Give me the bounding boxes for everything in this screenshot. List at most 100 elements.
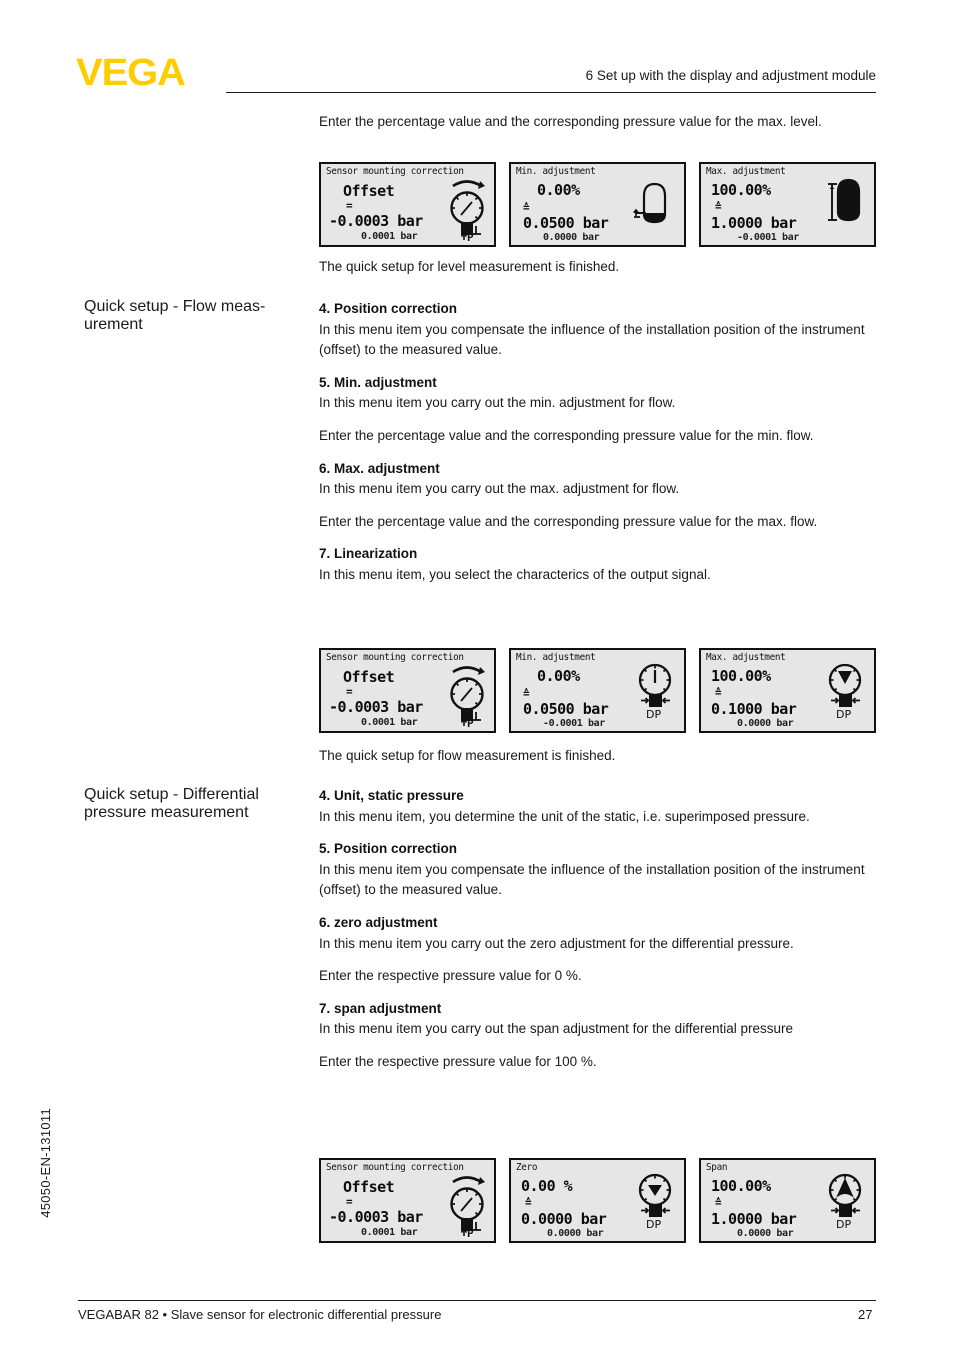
flow-finished-text: The quick setup for flow measurement is … <box>319 748 616 763</box>
lcd-title: Min. adjustment <box>516 166 596 177</box>
level-finished-text: The quick setup for level measurement is… <box>319 259 620 274</box>
lcd-offset-value: -0.0003 bar <box>329 698 423 716</box>
body-min-adjustment: In this menu item you carry out the min.… <box>319 395 676 411</box>
lcd-title: Min. adjustment <box>516 652 596 663</box>
pressure-gauge-offset-icon: P <box>441 176 493 245</box>
pressure-gauge-offset-icon: P <box>441 1172 493 1241</box>
body-position-correction: In this menu item you compensate the inf… <box>319 321 865 358</box>
heading-zero-adjustment: 6. zero adjustment <box>319 914 438 930</box>
lcd-title: Zero <box>516 1162 538 1173</box>
lcd-subvalue: 0.0000 bar <box>547 1228 604 1239</box>
lcd-percent-value: 100.00% <box>711 667 771 685</box>
intro-paragraph: Enter the percentage value and the corre… <box>319 114 822 129</box>
lcd-offset-label: Offset <box>343 1178 395 1196</box>
lcd-corresponds-symbol: ≙ <box>715 1196 722 1209</box>
svg-text:DP: DP <box>646 708 661 720</box>
svg-text:DP: DP <box>836 708 851 720</box>
body-linearization: In this menu item, you select the charac… <box>319 566 711 582</box>
lcd-screen-min-adjustment-flow: Min. adjustment 0.00% ≙ 0.0500 bar -0.00… <box>509 648 686 733</box>
svg-text:P: P <box>467 717 474 728</box>
lcd-corresponds-symbol: ≙ <box>523 687 530 700</box>
lcd-screen-span: Span 100.00% ≙ 1.0000 bar 0.0000 bar DP <box>699 1158 876 1243</box>
heading-position-correction: 4. Position correction <box>319 301 458 316</box>
lcd-equals-sign: = <box>346 1195 353 1208</box>
lcd-screen-offset-differential: Sensor mounting correction Offset = -0.0… <box>319 1158 496 1243</box>
heading-min-adjustment: 5. Min. adjustment <box>319 374 437 390</box>
dp-gauge-min-icon: DP <box>629 658 684 724</box>
footer-page-number: 27 <box>858 1307 873 1322</box>
lcd-screen-zero: Zero 0.00 % ≙ 0.0000 bar 0.0000 bar DP <box>509 1158 686 1243</box>
lcd-subvalue: 0.0000 bar <box>737 718 794 729</box>
lcd-offset-value: -0.0003 bar <box>329 212 423 230</box>
lcd-equals-sign: = <box>346 199 353 212</box>
lcd-pressure-value: 0.1000 bar <box>711 700 797 718</box>
svg-text:P: P <box>467 231 474 242</box>
footer-divider <box>78 1300 876 1301</box>
lcd-subvalue: -0.0001 bar <box>543 718 605 729</box>
flow-section-body: 4. Position correction In this menu item… <box>319 299 877 586</box>
lcd-equals-sign: = <box>346 685 353 698</box>
lcd-title: Max. adjustment <box>706 166 786 177</box>
lcd-corresponds-symbol: ≙ <box>525 1196 532 1209</box>
lcd-subvalue: 0.0000 bar <box>737 1228 794 1239</box>
lcd-screen-max-adjustment-level: Max. adjustment 100.00% ≙ 1.0000 bar -0.… <box>699 162 876 247</box>
heading-position-correction-dp: 5. Position correction <box>319 841 458 857</box>
tank-full-icon <box>825 174 873 240</box>
body-span-adjustment: In this menu item you carry out the span… <box>319 1021 793 1037</box>
lcd-offset-label: Offset <box>343 182 395 200</box>
lcd-percent-value: 100.00% <box>711 181 771 199</box>
lcd-percent-value: 0.00% <box>537 667 580 685</box>
body-zero-adjustment: In this menu item you carry out the zero… <box>319 935 794 951</box>
lcd-offset-label: Offset <box>343 668 395 686</box>
lcd-screen-max-adjustment-flow: Max. adjustment 100.00% ≙ 0.1000 bar 0.0… <box>699 648 876 733</box>
lcd-pressure-value: 0.0000 bar <box>521 1210 607 1228</box>
lcd-title: Max. adjustment <box>706 652 786 663</box>
body-position-correction-dp: In this menu item you compensate the inf… <box>319 861 865 898</box>
dp-gauge-span-icon: DP <box>819 1168 874 1234</box>
level-finished-block: The quick setup for level measurement is… <box>319 257 877 278</box>
tank-empty-icon <box>633 180 681 242</box>
footer-product-line: VEGABAR 82 • Slave sensor for electronic… <box>78 1307 442 1322</box>
lcd-pressure-value: 1.0000 bar <box>711 1210 797 1228</box>
vega-logo: VEGA <box>76 52 186 94</box>
lcd-screen-offset-flow: Sensor mounting correction Offset = -0.0… <box>319 648 496 733</box>
lcd-pressure-value: 0.0500 bar <box>523 700 609 718</box>
lcd-row-level: Sensor mounting correction Offset = -0.0… <box>319 162 876 247</box>
lcd-screen-min-adjustment-level: Min. adjustment 0.00% ≙ 0.0500 bar 0.000… <box>509 162 686 247</box>
svg-text:DP: DP <box>646 1218 661 1230</box>
dp-gauge-zero-icon: DP <box>629 1168 684 1234</box>
lcd-pressure-value: 1.0000 bar <box>711 214 797 232</box>
heading-max-adjustment: 6. Max. adjustment <box>319 460 440 476</box>
dp-gauge-max-icon: DP <box>819 658 874 724</box>
heading-unit-static-pressure: 4. Unit, static pressure <box>319 788 464 803</box>
lcd-row-flow: Sensor mounting correction Offset = -0.0… <box>319 648 876 733</box>
body-span-adjustment-2: Enter the respective pressure value for … <box>319 1053 597 1069</box>
body-max-adjustment: In this menu item you carry out the max.… <box>319 481 680 497</box>
margin-title-flow: Quick setup - Flow meas- urement <box>84 298 266 333</box>
flow-finished-block: The quick setup for flow measurement is … <box>319 746 877 767</box>
body-max-adjustment-2: Enter the percentage value and the corre… <box>319 513 818 529</box>
lcd-corresponds-symbol: ≙ <box>523 201 530 214</box>
svg-text:DP: DP <box>836 1218 851 1230</box>
heading-linearization: 7. Linearization <box>319 546 418 562</box>
lcd-offset-subvalue: 0.0001 bar <box>361 717 418 728</box>
svg-text:P: P <box>467 1227 474 1238</box>
lcd-row-differential: Sensor mounting correction Offset = -0.0… <box>319 1158 876 1243</box>
lcd-pressure-value: 0.0500 bar <box>523 214 609 232</box>
body-zero-adjustment-2: Enter the respective pressure value for … <box>319 968 582 984</box>
lcd-corresponds-symbol: ≙ <box>715 200 722 213</box>
body-unit-static-pressure: In this menu item, you determine the uni… <box>319 808 810 824</box>
header-divider <box>226 92 876 93</box>
lcd-offset-subvalue: 0.0001 bar <box>361 1227 418 1238</box>
pressure-gauge-offset-icon: P <box>441 662 493 731</box>
chapter-title: 6 Set up with the display and adjustment… <box>585 68 876 83</box>
lcd-percent-value: 100.00% <box>711 1177 771 1195</box>
lcd-percent-value: 0.00 % <box>521 1177 573 1195</box>
heading-span-adjustment: 7. span adjustment <box>319 1000 442 1016</box>
lcd-subvalue: -0.0001 bar <box>737 232 799 243</box>
lcd-percent-value: 0.00% <box>537 181 580 199</box>
document-id-vertical: 45050-EN-131011 <box>38 1108 53 1218</box>
margin-title-differential-pressure: Quick setup - Differential pressure meas… <box>84 786 259 821</box>
page-header: VEGA 6 Set up with the display and adjus… <box>0 0 954 100</box>
lcd-offset-value: -0.0003 bar <box>329 1208 423 1226</box>
